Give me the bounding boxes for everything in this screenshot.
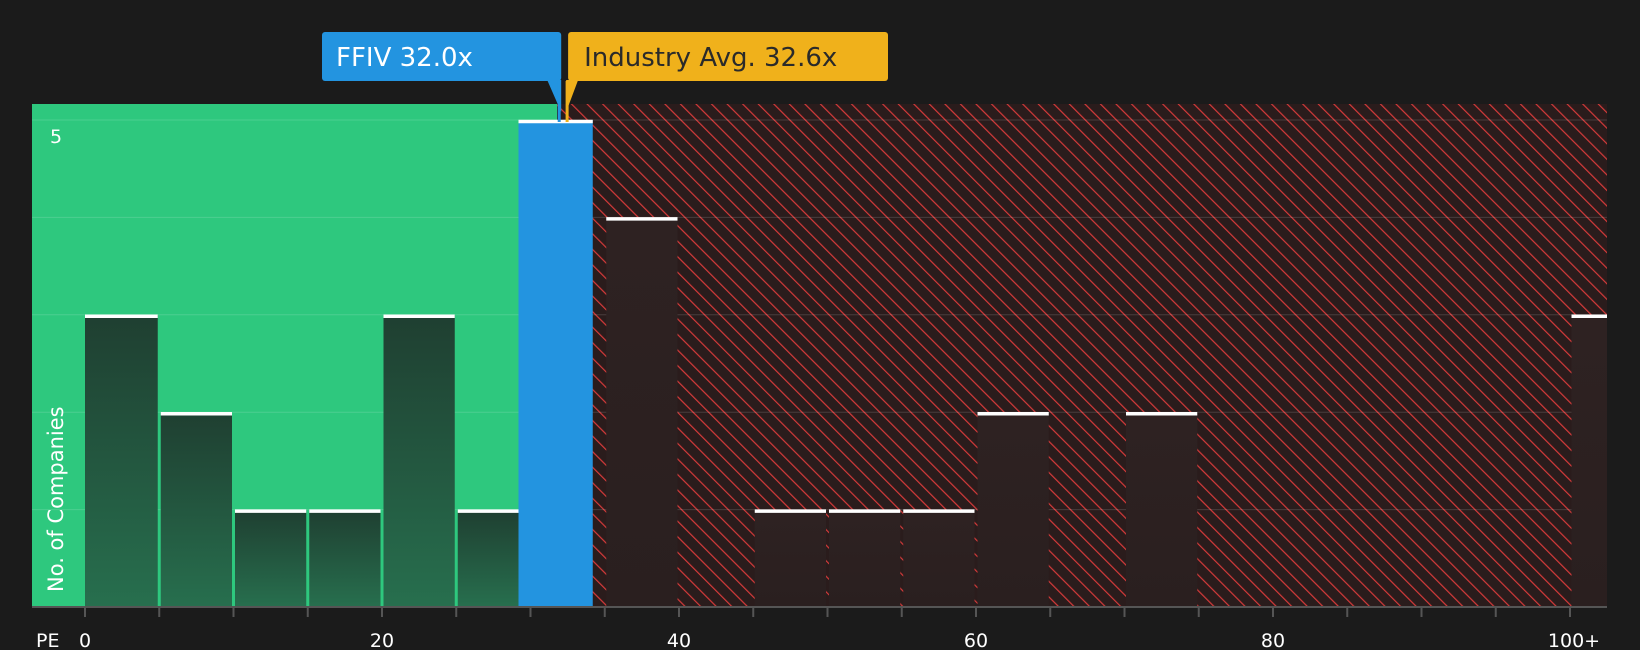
histogram-bar [903, 509, 975, 607]
x-tick-label: 80 [1261, 630, 1285, 650]
histogram-bar [754, 509, 826, 607]
histogram-bar [829, 509, 901, 607]
x-tick-label: 40 [667, 630, 691, 650]
histogram-bar [977, 412, 1049, 607]
pe-distribution-chart: 0 20 40 60 80 100+ 5 PE No. of Companies FFIV… [0, 0, 1640, 650]
y-axis-ticks: 5 [50, 126, 62, 148]
histogram-bar [1571, 314, 1607, 607]
x-axis-ticks: 0 20 40 60 80 100+ [79, 607, 1600, 650]
overvalued-zone [557, 104, 1607, 607]
x-tick-label: 60 [964, 630, 988, 650]
histogram-bar [606, 217, 678, 607]
histogram-bar [1126, 412, 1198, 607]
chart-svg: 0 20 40 60 80 100+ 5 PE No. of Companies FFIV… [32, 32, 1607, 650]
x-tick-label: 20 [370, 630, 394, 650]
histogram-bar [235, 509, 307, 607]
histogram-bar [85, 314, 158, 607]
x-tick-label: 100+ [1548, 630, 1600, 650]
company-callout-label: FFIV 32.0x [336, 43, 473, 73]
x-axis-title: PE [36, 630, 59, 650]
y-tick-label: 5 [50, 126, 62, 148]
histogram-bar [309, 509, 381, 607]
x-tick-label: 0 [79, 630, 91, 650]
industry-avg-callout-label: Industry Avg. 32.6x [584, 43, 837, 73]
company-bin-bar [518, 120, 593, 607]
histogram-bar [457, 509, 529, 607]
histogram-bar [383, 314, 455, 607]
histogram-bar [160, 412, 232, 607]
y-axis-title: No. of Companies [44, 406, 68, 592]
